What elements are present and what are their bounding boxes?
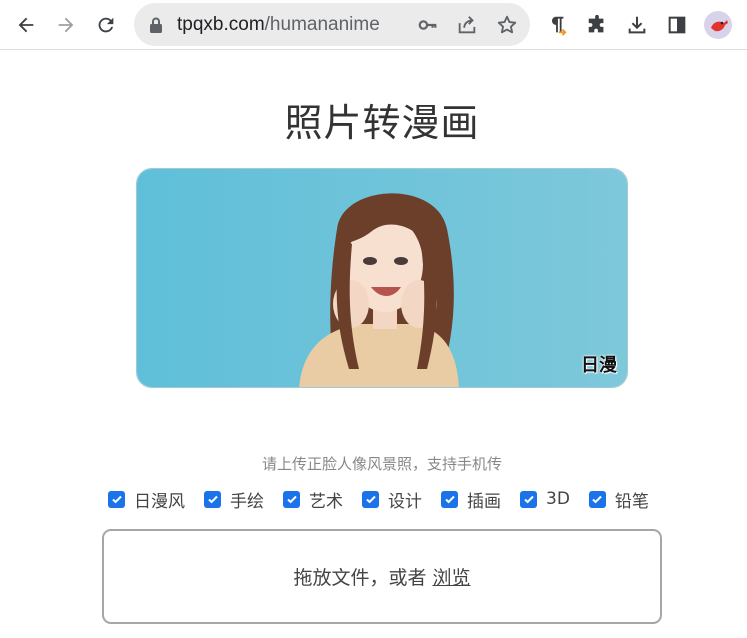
style-option-yishu[interactable]: 艺术 [283,487,343,512]
lock-icon[interactable] [148,16,164,34]
url-text: tpqxb.com/humananime [177,14,380,36]
puzzle-icon[interactable] [581,9,613,41]
style-label: 设计 [388,491,422,512]
style-option-riman[interactable]: 日漫风 [108,487,185,512]
browser-toolbar: tpqxb.com/humananime [0,0,747,50]
style-options: 日漫风 手绘 艺术 设计 插画 3D 铅笔 [108,486,649,512]
style-label: 日漫风 [134,491,185,512]
key-icon[interactable] [416,13,440,37]
dropzone-text: 拖放文件，或者 [293,567,427,589]
style-option-3d[interactable]: 3D [520,489,570,509]
style-option-qianbi[interactable]: 铅笔 [588,487,649,512]
back-icon[interactable] [10,9,42,41]
pilcrow-extension-icon[interactable] [541,9,573,41]
style-option-sheji[interactable]: 设计 [362,487,422,512]
style-option-shouhui[interactable]: 手绘 [204,487,264,512]
forward-icon[interactable] [50,9,82,41]
profile-avatar[interactable] [704,11,732,39]
style-label: 插画 [467,491,501,512]
browse-link[interactable]: 浏览 [433,563,471,590]
checkbox-checked-icon[interactable] [441,490,458,508]
checkbox-checked-icon[interactable] [108,490,125,508]
address-bar[interactable]: tpqxb.com/humananime [134,3,530,46]
style-option-chahua[interactable]: 插画 [441,487,501,512]
checkbox-checked-icon[interactable] [520,490,537,508]
style-label: 手绘 [230,491,264,512]
url-domain: tpqxb.com [177,14,265,35]
star-icon[interactable] [495,13,519,37]
sidepanel-icon[interactable] [661,9,693,41]
banner-stamp-text: 日漫 [581,355,617,376]
file-dropzone[interactable]: 拖放文件，或者 浏览 [102,529,662,624]
download-icon[interactable] [621,9,653,41]
style-label: 铅笔 [614,491,649,512]
url-path: /humananime [264,14,380,35]
upload-hint: 请上传正脸人像风景照，支持手机传 [261,455,502,473]
style-label: 3D [546,489,570,509]
page-title: 照片转漫画 [284,101,480,145]
checkbox-checked-icon[interactable] [362,490,379,508]
share-icon[interactable] [455,13,479,37]
checkbox-checked-icon[interactable] [588,490,606,508]
anime-banner-image: 日漫 [136,168,628,388]
style-label: 艺术 [309,491,343,512]
checkbox-checked-icon[interactable] [283,490,300,508]
reload-icon[interactable] [90,9,122,41]
checkbox-checked-icon[interactable] [204,490,221,508]
